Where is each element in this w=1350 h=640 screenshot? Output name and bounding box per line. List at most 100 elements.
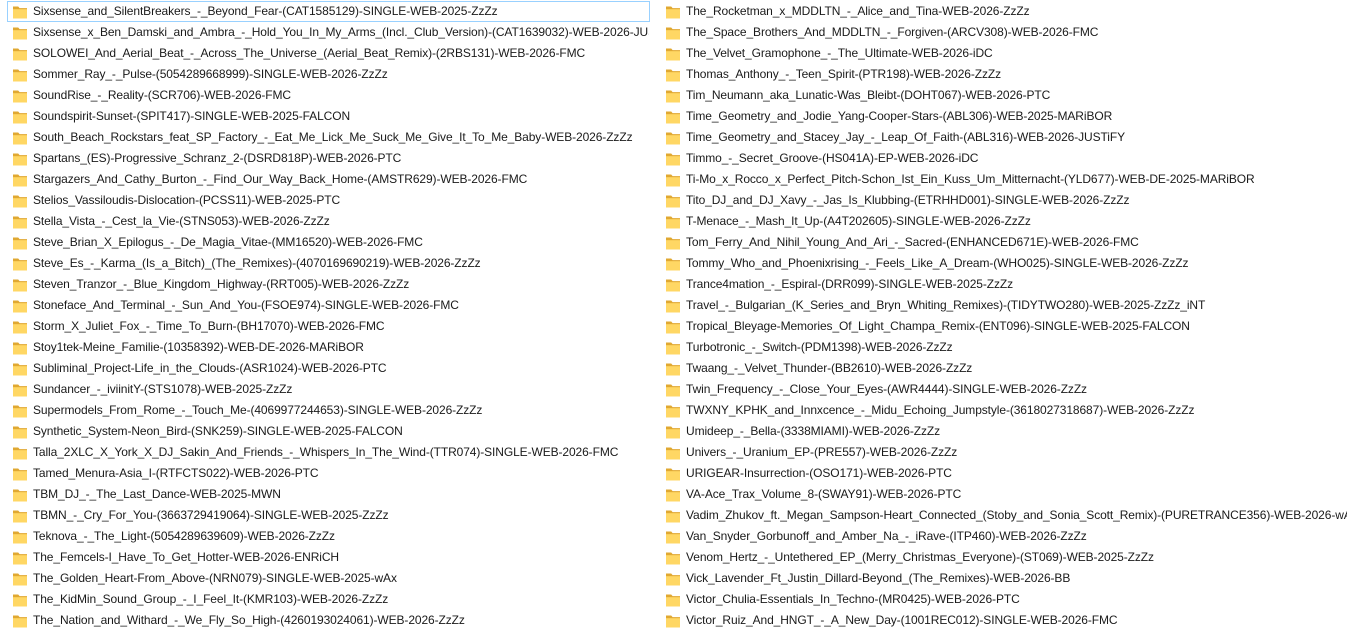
folder-item[interactable]: Stella_Vista_-_Cest_la_Vie-(STNS053)-WEB… xyxy=(7,211,650,232)
folder-item[interactable]: Travel_-_Bulgarian_(K_Series_and_Bryn_Wh… xyxy=(660,295,1348,316)
folder-item[interactable]: Sommer_Ray_-_Pulse-(5054289668999)-SINGL… xyxy=(7,64,650,85)
folder-icon xyxy=(666,48,680,60)
folder-icon xyxy=(13,489,27,501)
folder-item[interactable]: SOLOWEI_And_Aerial_Beat_-_Across_The_Uni… xyxy=(7,43,650,64)
folder-icon xyxy=(666,300,680,312)
folder-item[interactable]: South_Beach_Rockstars_feat_SP_Factory_-_… xyxy=(7,127,650,148)
folder-icon xyxy=(666,237,680,249)
folder-item[interactable]: Teknova_-_The_Light-(5054289639609)-WEB-… xyxy=(7,526,650,547)
folder-name: Storm_X_Juliet_Fox_-_Time_To_Burn-(BH170… xyxy=(33,319,385,333)
folder-icon xyxy=(666,531,680,543)
folder-item[interactable]: Thomas_Anthony_-_Teen_Spirit-(PTR198)-WE… xyxy=(660,64,1348,85)
folder-icon xyxy=(13,27,27,39)
folder-item[interactable]: VA-Ace_Trax_Volume_8-(SWAY91)-WEB-2026-P… xyxy=(660,484,1348,505)
folder-item[interactable]: The_Nation_and_Withard_-_We_Fly_So_High-… xyxy=(7,610,650,631)
folder-name: Stoneface_And_Terminal_-_Sun_And_You-(FS… xyxy=(33,298,459,312)
folder-icon xyxy=(13,321,27,333)
folder-item[interactable]: URIGEAR-Insurrection-(OSO171)-WEB-2026-P… xyxy=(660,463,1348,484)
folder-icon xyxy=(666,363,680,375)
folder-item[interactable]: Ti-Mo_x_Rocco_x_Perfect_Pitch-Schon_Ist_… xyxy=(660,169,1348,190)
folder-item[interactable]: Tamed_Menura-Asia_I-(RTFCTS022)-WEB-2026… xyxy=(7,463,650,484)
folder-item[interactable]: Stoneface_And_Terminal_-_Sun_And_You-(FS… xyxy=(7,295,650,316)
folder-item[interactable]: Van_Snyder_Gorbunoff_and_Amber_Na_-_iRav… xyxy=(660,526,1348,547)
folder-item[interactable]: The_Golden_Heart-From_Above-(NRN079)-SIN… xyxy=(7,568,650,589)
folder-item[interactable]: Turbotronic_-_Switch-(PDM1398)-WEB-2026-… xyxy=(660,337,1348,358)
folder-name: The_Velvet_Gramophone_-_The_Ultimate-WEB… xyxy=(686,46,993,60)
folder-icon xyxy=(13,216,27,228)
folder-icon xyxy=(13,111,27,123)
folder-icon xyxy=(666,153,680,165)
folder-item[interactable]: Tommy_Who_and_Phoenixrising_-_Feels_Like… xyxy=(660,253,1348,274)
folder-item[interactable]: Stargazers_And_Cathy_Burton_-_Find_Our_W… xyxy=(7,169,650,190)
folder-item[interactable]: Vick_Lavender_Ft_Justin_Dillard-Beyond_(… xyxy=(660,568,1348,589)
folder-item[interactable]: Time_Geometry_and_Stacey_Jay_-_Leap_Of_F… xyxy=(660,127,1348,148)
folder-item[interactable]: Stelios_Vassiloudis-Dislocation-(PCSS11)… xyxy=(7,190,650,211)
folder-item[interactable]: Vadim_Zhukov_ft._Megan_Sampson-Heart_Con… xyxy=(660,505,1348,526)
folder-item[interactable]: Sixsense_and_SilentBreakers_-_Beyond_Fea… xyxy=(7,1,650,22)
folder-item[interactable]: SoundRise_-_Reality-(SCR706)-WEB-2026-FM… xyxy=(7,85,650,106)
folder-item[interactable]: Soundspirit-Sunset-(SPIT417)-SINGLE-WEB-… xyxy=(7,106,650,127)
folder-icon xyxy=(13,594,27,606)
folder-item[interactable]: Venom_Hertz_-_Untethered_EP_(Merry_Chris… xyxy=(660,547,1348,568)
folder-item[interactable]: Trance4mation_-_Espiral-(DRR099)-SINGLE-… xyxy=(660,274,1348,295)
folder-name: The_KidMin_Sound_Group_-_I_Feel_It-(KMR1… xyxy=(33,592,389,606)
folder-name: Subliminal_Project-Life_in_the_Clouds-(A… xyxy=(33,361,387,375)
folder-item[interactable]: The_Rocketman_x_MDDLTN_-_Alice_and_Tina-… xyxy=(660,1,1348,22)
folder-item[interactable]: Stoy1tek-Meine_Familie-(10358392)-WEB-DE… xyxy=(7,337,650,358)
folder-item[interactable]: The_Velvet_Gramophone_-_The_Ultimate-WEB… xyxy=(660,43,1348,64)
folder-name: Sixsense_and_SilentBreakers_-_Beyond_Fea… xyxy=(33,4,498,18)
folder-item[interactable]: Spartans_(ES)-Progressive_Schranz_2-(DSR… xyxy=(7,148,650,169)
folder-icon xyxy=(13,174,27,186)
folder-item[interactable]: Tim_Neumann_aka_Lunatic-Was_Bleibt-(DOHT… xyxy=(660,85,1348,106)
folder-item[interactable]: The_Femcels-I_Have_To_Get_Hotter-WEB-202… xyxy=(7,547,650,568)
folder-item[interactable]: Storm_X_Juliet_Fox_-_Time_To_Burn-(BH170… xyxy=(7,316,650,337)
folder-item[interactable]: Sundancer_-_iviinitY-(STS1078)-WEB-2025-… xyxy=(7,379,650,400)
folder-item[interactable]: Tropical_Bleyage-Memories_Of_Light_Champ… xyxy=(660,316,1348,337)
folder-name: URIGEAR-Insurrection-(OSO171)-WEB-2026-P… xyxy=(686,466,952,480)
folder-name: VA-Ace_Trax_Volume_8-(SWAY91)-WEB-2026-P… xyxy=(686,487,962,501)
folder-icon xyxy=(13,342,27,354)
folder-item[interactable]: Steve_Brian_X_Epilogus_-_De_Magia_Vitae-… xyxy=(7,232,650,253)
file-list-column-left: Sixsense_and_SilentBreakers_-_Beyond_Fea… xyxy=(7,1,650,631)
folder-item[interactable]: Tom_Ferry_And_Nihil_Young_And_Ari_-_Sacr… xyxy=(660,232,1348,253)
folder-name: Supermodels_From_Rome_-_Touch_Me-(406997… xyxy=(33,403,483,417)
folder-item[interactable]: TWXNY_KPHK_and_Innxcence_-_Midu_Echoing_… xyxy=(660,400,1348,421)
folder-item[interactable]: The_KidMin_Sound_Group_-_I_Feel_It-(KMR1… xyxy=(7,589,650,610)
folder-item[interactable]: Twin_Frequency_-_Close_Your_Eyes-(AWR444… xyxy=(660,379,1348,400)
folder-item[interactable]: T-Menace_-_Mash_It_Up-(A4T202605)-SINGLE… xyxy=(660,211,1348,232)
folder-icon xyxy=(13,552,27,564)
folder-name: Trance4mation_-_Espiral-(DRR099)-SINGLE-… xyxy=(686,277,1014,291)
folder-icon xyxy=(666,447,680,459)
folder-item[interactable]: Subliminal_Project-Life_in_the_Clouds-(A… xyxy=(7,358,650,379)
folder-icon xyxy=(13,531,27,543)
folder-item[interactable]: TBMN_-_Cry_For_You-(3663729419064)-SINGL… xyxy=(7,505,650,526)
folder-name: Univers_-_Uranium_EP-(PRE557)-WEB-2026-Z… xyxy=(686,445,958,459)
folder-item[interactable]: The_Space_Brothers_And_MDDLTN_-_Forgiven… xyxy=(660,22,1348,43)
folder-icon xyxy=(666,90,680,102)
folder-item[interactable]: Talla_2XLC_X_York_X_DJ_Sakin_And_Friends… xyxy=(7,442,650,463)
folder-item[interactable]: Steve_Es_-_Karma_(Is_a_Bitch)_(The_Remix… xyxy=(7,253,650,274)
folder-icon xyxy=(666,468,680,480)
folder-icon xyxy=(13,447,27,459)
folder-name: Steve_Brian_X_Epilogus_-_De_Magia_Vitae-… xyxy=(33,235,423,249)
folder-icon xyxy=(13,258,27,270)
folder-item[interactable]: TBM_DJ_-_The_Last_Dance-WEB-2025-MWN xyxy=(7,484,650,505)
folder-name: Time_Geometry_and_Jodie_Yang-Cooper-Star… xyxy=(686,109,1113,123)
folder-item[interactable]: Steven_Tranzor_-_Blue_Kingdom_Highway-(R… xyxy=(7,274,650,295)
folder-item[interactable]: Univers_-_Uranium_EP-(PRE557)-WEB-2026-Z… xyxy=(660,442,1348,463)
folder-item[interactable]: Victor_Chulia-Essentials_In_Techno-(MR04… xyxy=(660,589,1348,610)
folder-item[interactable]: Supermodels_From_Rome_-_Touch_Me-(406997… xyxy=(7,400,650,421)
folder-name: Tamed_Menura-Asia_I-(RTFCTS022)-WEB-2026… xyxy=(33,466,319,480)
folder-item[interactable]: Twaang_-_Velvet_Thunder-(BB2610)-WEB-202… xyxy=(660,358,1348,379)
folder-item[interactable]: Timmo_-_Secret_Groove-(HS041A)-EP-WEB-20… xyxy=(660,148,1348,169)
folder-item[interactable]: Synthetic_System-Neon_Bird-(SNK259)-SING… xyxy=(7,421,650,442)
folder-item[interactable]: Sixsense_x_Ben_Damski_and_Ambra_-_Hold_Y… xyxy=(7,22,650,43)
folder-name: Victor_Chulia-Essentials_In_Techno-(MR04… xyxy=(686,592,1020,606)
folder-name: Tommy_Who_and_Phoenixrising_-_Feels_Like… xyxy=(686,256,1189,270)
folder-item[interactable]: Time_Geometry_and_Jodie_Yang-Cooper-Star… xyxy=(660,106,1348,127)
folder-icon xyxy=(666,384,680,396)
folder-item[interactable]: Tito_DJ_and_DJ_Xavy_-_Jas_Is_Klubbing-(E… xyxy=(660,190,1348,211)
folder-item[interactable]: Umideep_-_Bella-(3338MIAMI)-WEB-2026-ZzZ… xyxy=(660,421,1348,442)
folder-icon xyxy=(666,27,680,39)
folder-item[interactable]: Victor_Ruiz_And_HNGT_-_A_New_Day-(1001RE… xyxy=(660,610,1348,631)
